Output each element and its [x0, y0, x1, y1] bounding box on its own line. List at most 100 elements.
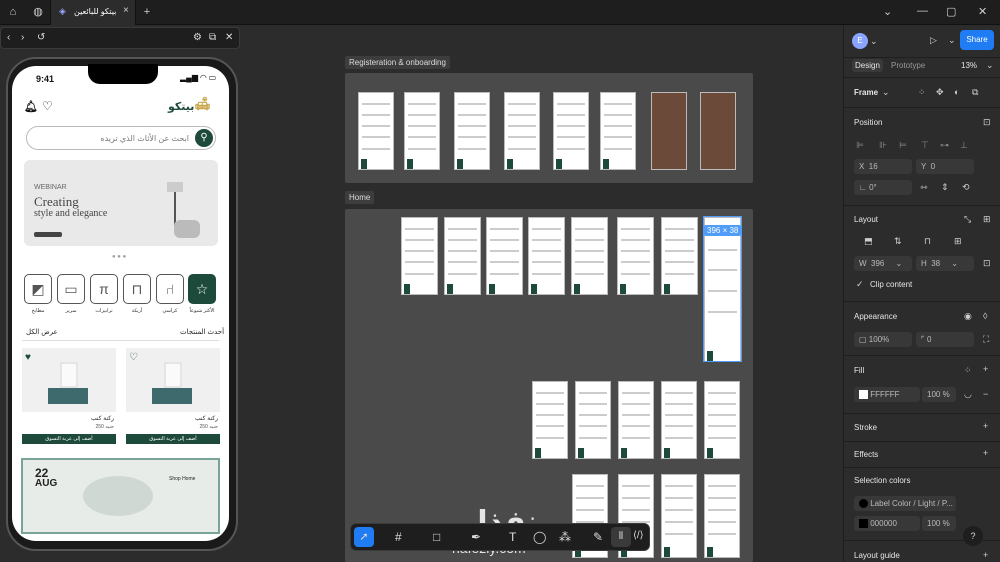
- styles-icon[interactable]: ⁘: [964, 365, 972, 376]
- layout-vertical-icon[interactable]: ⇅: [894, 236, 902, 247]
- add-fill-icon[interactable]: +: [983, 364, 988, 374]
- section-label[interactable]: Home: [345, 191, 375, 204]
- forward-icon[interactable]: ›: [21, 32, 24, 43]
- component-icon[interactable]: ✥: [936, 87, 944, 98]
- reload-icon[interactable]: ↺: [37, 32, 45, 43]
- constraints-icon[interactable]: ⊡: [983, 117, 991, 128]
- remove-icon[interactable]: −: [983, 389, 988, 399]
- screen-thumbnail[interactable]: [404, 92, 440, 170]
- blend-icon[interactable]: ◊: [983, 311, 987, 321]
- search-icon[interactable]: ⚲: [195, 129, 213, 147]
- dev-mode-icon[interactable]: ⫴: [611, 527, 631, 547]
- search-input[interactable]: ابحث عن الأثاث الذي تريده ⚲: [26, 126, 216, 150]
- frame-tool-icon[interactable]: #: [395, 530, 402, 544]
- screen-thumbnail[interactable]: [454, 92, 490, 170]
- screen-thumbnail[interactable]: [486, 217, 523, 295]
- open-external-icon[interactable]: ⧉: [209, 32, 216, 43]
- aspect-lock-icon[interactable]: ⊡: [983, 258, 991, 269]
- screen-thumbnail[interactable]: [444, 217, 481, 295]
- add-to-cart-button[interactable]: أضف إلى عربة التسوق: [22, 434, 116, 444]
- screen-thumbnail[interactable]: [651, 92, 687, 170]
- color2-opacity-field[interactable]: 100 %: [922, 516, 956, 531]
- screen-thumbnail[interactable]: [528, 217, 565, 295]
- chevron-down-icon[interactable]: ⌄: [948, 35, 956, 46]
- screen-thumbnail[interactable]: [600, 92, 636, 170]
- layout-grid-icon[interactable]: ⊞: [954, 236, 962, 247]
- text-tool-icon[interactable]: T: [509, 530, 516, 544]
- chevron-down-icon[interactable]: ⌄: [883, 5, 892, 18]
- settings-icon[interactable]: ⚙: [193, 32, 202, 43]
- selected-frame-outline[interactable]: [703, 216, 742, 362]
- align-left-icon[interactable]: ⊫: [856, 140, 864, 151]
- product-card[interactable]: ♥ ركنة كنب 250 جنيه أضف إلى عربة التسوق: [22, 348, 116, 450]
- file-tab[interactable]: ◈ بيتكو للبائعين ×: [50, 0, 136, 25]
- chevron-down-icon[interactable]: ⌄: [986, 60, 994, 71]
- present-icon[interactable]: ▷: [930, 35, 937, 46]
- heart-filled-icon[interactable]: ♥: [25, 352, 31, 363]
- align-bottom-icon[interactable]: ⊥: [960, 140, 968, 151]
- color-swatch[interactable]: [859, 519, 868, 529]
- tab-design[interactable]: Design: [852, 59, 883, 72]
- bell-icon[interactable]: 🔔︎: [24, 100, 38, 113]
- y-field[interactable]: Y 0: [916, 159, 974, 174]
- avatar[interactable]: E: [852, 33, 868, 49]
- add-stroke-icon[interactable]: +: [983, 421, 988, 431]
- screen-thumbnail[interactable]: [553, 92, 589, 170]
- checkbox-checked-icon[interactable]: ✓: [856, 279, 864, 290]
- grid-icon[interactable]: ⁘: [918, 87, 926, 98]
- tab-prototype[interactable]: Prototype: [891, 61, 925, 70]
- layout-wrap-icon[interactable]: ⊓: [924, 236, 931, 247]
- add-guide-icon[interactable]: +: [983, 550, 988, 560]
- rectangle-tool-icon[interactable]: □: [433, 530, 440, 544]
- auto-layout-icon[interactable]: ⤡: [964, 214, 971, 225]
- rotation-field[interactable]: ∟ 0°: [854, 180, 912, 195]
- components-icon[interactable]: ⁂: [559, 530, 571, 544]
- flip-horizontal-icon[interactable]: ⇿: [920, 182, 928, 193]
- color-swatch[interactable]: [859, 499, 868, 509]
- category-bed[interactable]: ▭: [57, 274, 85, 304]
- banner-button[interactable]: [34, 232, 62, 237]
- category-tables[interactable]: π: [90, 274, 118, 304]
- screen-thumbnail[interactable]: [571, 217, 608, 295]
- heart-icon[interactable]: ♡: [42, 99, 53, 113]
- globe-icon[interactable]: ◍: [31, 5, 45, 19]
- heart-icon[interactable]: ♡: [129, 352, 138, 363]
- x-field[interactable]: X 16: [854, 159, 912, 174]
- screen-thumbnail[interactable]: [401, 217, 438, 295]
- fill-color-field[interactable]: FFFFFF: [854, 387, 920, 402]
- align-center-icon[interactable]: ⊪: [879, 140, 887, 151]
- promo-card[interactable]: 22 AUG Shop Home: [21, 458, 220, 534]
- screen-thumbnail[interactable]: [532, 381, 568, 459]
- promo-banner[interactable]: WEBINAR Creating style and elegance: [24, 160, 218, 246]
- align-middle-icon[interactable]: ⊶: [940, 140, 949, 151]
- draw-tool-icon[interactable]: ✎: [593, 530, 603, 544]
- add-effect-icon[interactable]: +: [983, 448, 988, 458]
- boolean-icon[interactable]: ⧉: [972, 87, 978, 98]
- layout-horizontal-icon[interactable]: ⬒: [864, 236, 873, 247]
- category-chairs[interactable]: ⑁: [156, 274, 184, 304]
- corner-icon[interactable]: ⛶: [983, 334, 989, 345]
- visibility-icon[interactable]: ◡: [964, 389, 972, 400]
- code-icon[interactable]: ⟨/⟩: [633, 530, 644, 541]
- add-to-cart-button[interactable]: أضف إلى عربة التسوق: [126, 434, 220, 444]
- comment-tool-icon[interactable]: ◯: [533, 530, 546, 544]
- align-top-icon[interactable]: ⊤: [921, 140, 929, 151]
- back-icon[interactable]: ‹: [7, 32, 10, 43]
- help-button[interactable]: ?: [963, 526, 983, 546]
- radius-field[interactable]: ⌜ 0: [916, 332, 974, 347]
- align-right-icon[interactable]: ⊨: [899, 140, 907, 151]
- move-tool-icon[interactable]: ➚: [354, 527, 374, 547]
- carousel-dots[interactable]: ● ● ●: [112, 254, 126, 260]
- clip-content-label[interactable]: Clip content: [870, 280, 912, 289]
- screen-thumbnail[interactable]: [700, 92, 736, 170]
- selection-color-1[interactable]: Label Color / Light / P...: [854, 496, 956, 511]
- close-window-icon[interactable]: ✕: [978, 5, 987, 18]
- see-all-link[interactable]: عرض الكل: [26, 328, 58, 336]
- product-card[interactable]: ♡ ركنة كنب 250 جنيه أضف إلى عربة التسوق: [126, 348, 220, 450]
- section-label[interactable]: Registeration & onboarding: [345, 56, 450, 69]
- category-sofa[interactable]: ⊓: [123, 274, 151, 304]
- screen-thumbnail[interactable]: [575, 381, 611, 459]
- minimize-icon[interactable]: —: [917, 5, 928, 17]
- height-field[interactable]: H 38 ⌄: [916, 256, 974, 271]
- flip-vertical-icon[interactable]: ⇕: [941, 182, 949, 193]
